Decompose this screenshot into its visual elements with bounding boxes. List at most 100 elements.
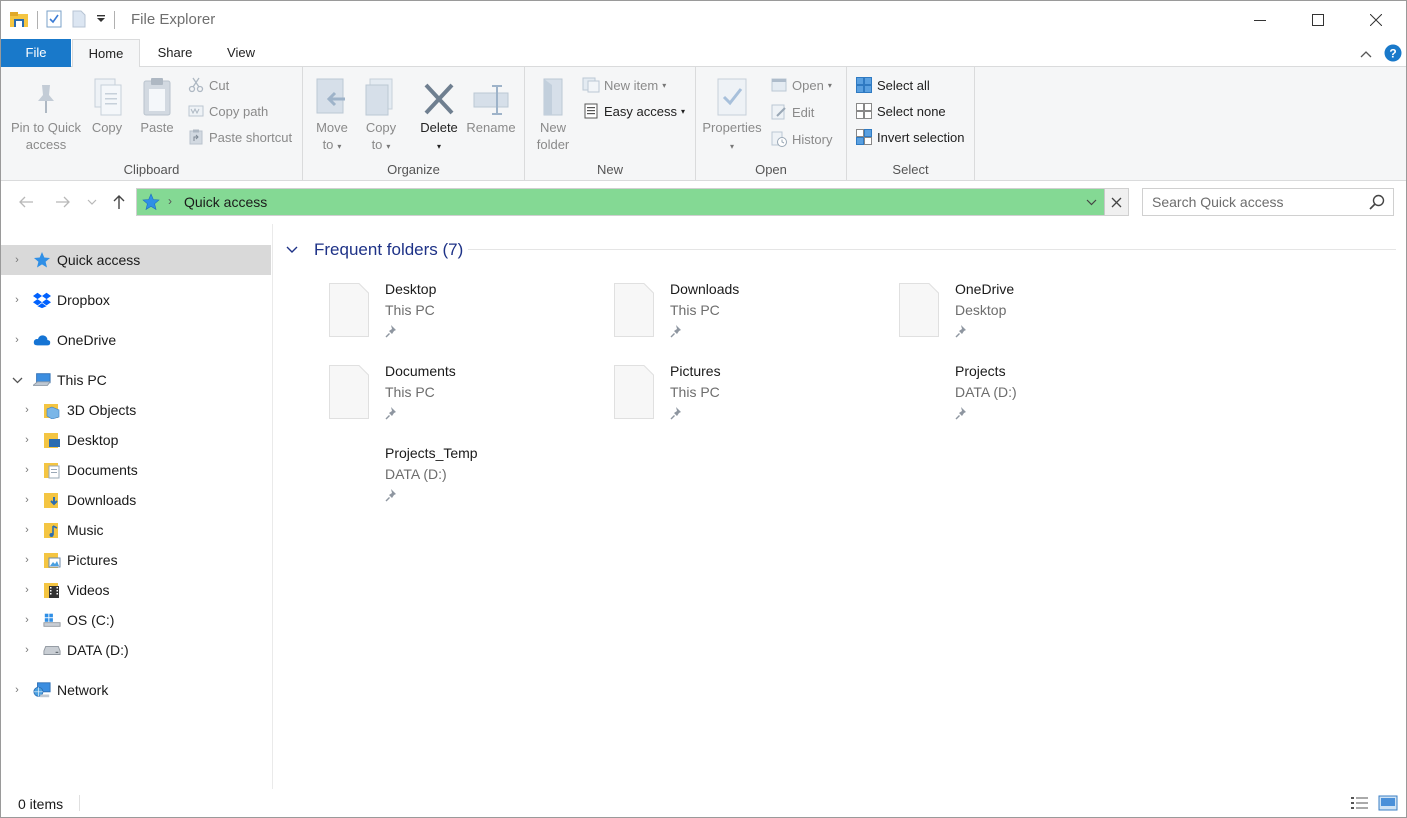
folder-tile-onedrive[interactable]: OneDrive Desktop (899, 281, 1169, 355)
large-icons-view-button[interactable] (1378, 795, 1398, 811)
copy-icon (94, 78, 122, 116)
computer-icon (33, 371, 51, 389)
forward-button[interactable] (53, 192, 73, 212)
rename-icon (473, 85, 509, 115)
copy-path-button[interactable]: Copy path (187, 100, 268, 122)
address-bar[interactable]: › Quick access (136, 188, 1129, 216)
pin-icon (955, 407, 966, 420)
folder-tile-downloads[interactable]: Downloads This PC (614, 281, 884, 355)
search-box[interactable] (1142, 188, 1394, 216)
new-item-button[interactable]: New item ▾ (582, 74, 666, 96)
window-title: File Explorer (131, 11, 216, 28)
nav-item-os-c[interactable]: › OS (C:) (1, 605, 271, 635)
tab-file[interactable]: File (1, 39, 71, 67)
open-button[interactable]: Open ▾ (770, 74, 832, 96)
easy-access-button[interactable]: Easy access ▾ (582, 100, 685, 122)
tab-view[interactable]: View (213, 39, 269, 67)
nav-item-downloads[interactable]: › Downloads (1, 485, 271, 515)
recent-locations-button[interactable] (85, 192, 99, 212)
folder-tile-projects[interactable]: Projects DATA (D:) (899, 363, 1169, 437)
search-input[interactable] (1152, 193, 1362, 211)
move-to-button[interactable]: Move to ▾ (311, 73, 353, 155)
chevron-right-icon[interactable]: › (21, 554, 33, 566)
copy-to-icon (365, 78, 393, 116)
new-folder-qat-icon[interactable] (72, 10, 86, 31)
details-view-icon (1351, 797, 1368, 809)
nav-item-dropbox[interactable]: › Dropbox (1, 285, 271, 315)
select-all-icon (856, 77, 872, 93)
paste-button[interactable]: Paste (135, 73, 179, 136)
nav-item-this-pc[interactable]: This PC (1, 365, 271, 395)
help-icon[interactable]: ? (1384, 44, 1402, 65)
nav-item-quick-access[interactable]: › Quick access (1, 245, 271, 275)
paste-icon (143, 78, 171, 116)
folder-tile-pictures[interactable]: Pictures This PC (614, 363, 884, 437)
minimize-button[interactable] (1231, 1, 1289, 39)
maximize-button[interactable] (1289, 1, 1347, 39)
history-button[interactable]: History (770, 128, 832, 150)
tab-share[interactable]: Share (146, 39, 204, 67)
select-all-button[interactable]: Select all (855, 74, 930, 96)
chevron-right-icon[interactable]: › (11, 294, 23, 306)
chevron-right-icon[interactable]: › (21, 464, 33, 476)
folder-tile-documents[interactable]: Documents This PC (329, 363, 599, 437)
chevron-down-icon[interactable] (11, 374, 23, 386)
back-button[interactable] (16, 192, 36, 212)
windows-drive-icon (43, 611, 61, 629)
select-none-button[interactable]: Select none (855, 100, 946, 122)
collapse-ribbon-icon[interactable] (1360, 46, 1372, 62)
nav-item-videos[interactable]: › Videos (1, 575, 271, 605)
blank-folder-icon (614, 365, 654, 419)
properties-button[interactable]: Properties ▾ (700, 73, 764, 155)
chevron-right-icon[interactable]: › (21, 494, 33, 506)
up-button[interactable] (109, 192, 129, 212)
dropbox-icon (33, 291, 51, 309)
properties-qat-icon[interactable] (46, 10, 62, 31)
properties-icon (717, 78, 747, 116)
copy-to-button[interactable]: Copy to ▾ (361, 73, 401, 155)
search-icon[interactable] (1369, 194, 1385, 210)
explorer-app-icon[interactable] (9, 10, 29, 31)
nav-item-onedrive[interactable]: › OneDrive (1, 325, 271, 355)
pin-to-quick-access-button[interactable]: Pin to Quick access (7, 73, 85, 153)
invert-selection-button[interactable]: Invert selection (855, 126, 964, 148)
pin-icon (670, 407, 681, 420)
organize-group-label: Organize (387, 162, 440, 177)
chevron-right-icon[interactable]: › (11, 254, 23, 266)
new-folder-button[interactable]: New folder (533, 73, 573, 153)
chevron-right-icon[interactable]: › (11, 684, 23, 696)
breadcrumb-quick-access[interactable]: Quick access (184, 194, 267, 210)
nav-item-3d-objects[interactable]: › 3D Objects (1, 395, 271, 425)
nav-item-pictures[interactable]: › Pictures (1, 545, 271, 575)
qat-dropdown-icon[interactable] (96, 14, 106, 27)
chevron-down-icon[interactable] (286, 246, 300, 254)
folder-tile-desktop[interactable]: Desktop This PC (329, 281, 599, 355)
chevron-right-icon[interactable]: › (21, 524, 33, 536)
clipboard-group-label: Clipboard (123, 162, 180, 177)
folder-tile-projects-temp[interactable]: Projects_Temp DATA (D:) (329, 445, 599, 519)
nav-item-documents[interactable]: › Documents (1, 455, 271, 485)
nav-item-desktop[interactable]: › Desktop (1, 425, 271, 455)
nav-item-music[interactable]: › Music (1, 515, 271, 545)
chevron-right-icon[interactable]: › (11, 334, 23, 346)
rename-button[interactable]: Rename (465, 73, 517, 136)
frequent-folders-header[interactable]: Frequent folders (7) (286, 240, 463, 260)
chevron-right-icon[interactable]: › (21, 404, 33, 416)
edit-button[interactable]: Edit (770, 101, 814, 123)
close-button[interactable] (1347, 1, 1405, 39)
chevron-right-icon[interactable]: › (21, 434, 33, 446)
copy-button[interactable]: Copy (87, 73, 127, 136)
address-dropdown-button[interactable] (1080, 189, 1102, 215)
paste-shortcut-button[interactable]: Paste shortcut (187, 126, 292, 148)
chevron-right-icon[interactable]: › (21, 644, 33, 656)
nav-item-data-d[interactable]: › DATA (D:) (1, 635, 271, 665)
chevron-right-icon[interactable]: › (21, 614, 33, 626)
delete-button[interactable]: Delete ▾ (417, 73, 461, 155)
close-icon (1111, 197, 1122, 207)
details-view-button[interactable] (1350, 795, 1370, 811)
clear-address-button[interactable] (1104, 189, 1128, 215)
cut-button[interactable]: Cut (187, 74, 229, 96)
chevron-right-icon[interactable]: › (21, 584, 33, 596)
nav-item-network[interactable]: › Network (1, 675, 271, 705)
tab-home[interactable]: Home (72, 39, 140, 68)
